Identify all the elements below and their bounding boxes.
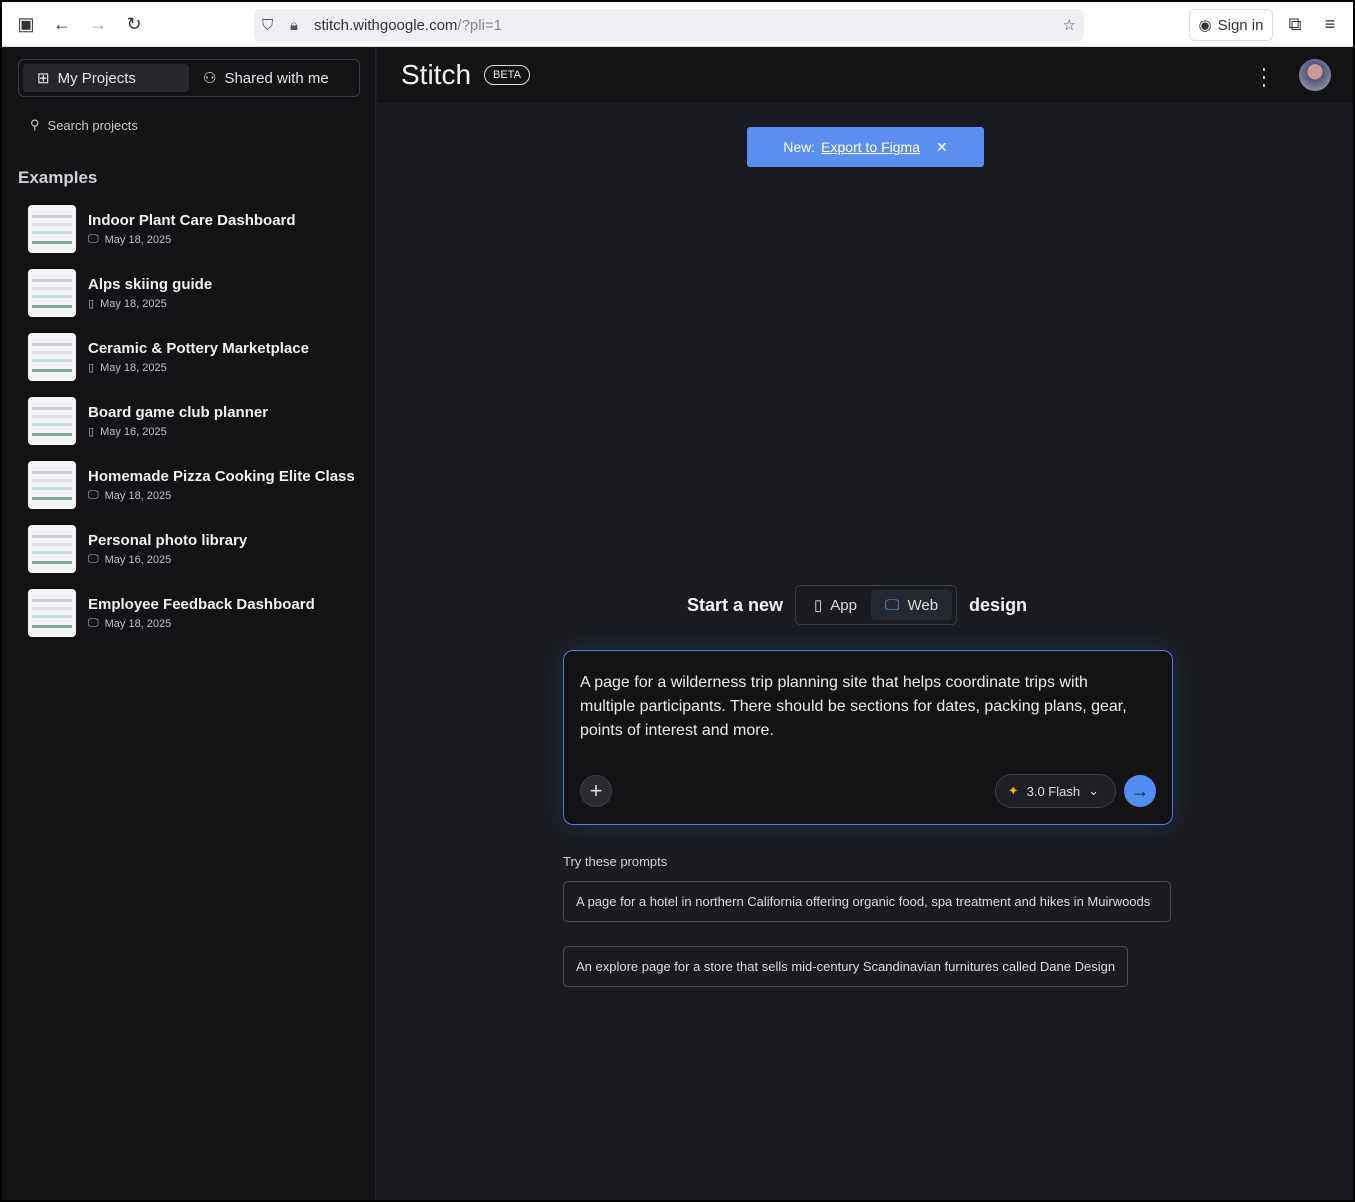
- desktop-icon: 🖵: [885, 596, 900, 614]
- account-icon: ◉: [1198, 17, 1212, 34]
- project-item[interactable]: Employee Feedback Dashboard 🖵 May 18, 2025: [28, 589, 355, 653]
- project-thumbnail: [28, 525, 76, 573]
- web-option[interactable]: 🖵 Web: [871, 590, 953, 620]
- project-item[interactable]: Board game club planner ▯ May 16, 2025: [28, 397, 355, 461]
- platform-toggle: ▯ App 🖵 Web: [795, 585, 958, 625]
- project-thumbnail: [28, 269, 76, 317]
- url-query: /?pli=1: [457, 16, 503, 34]
- project-thumbnail: [28, 333, 76, 381]
- examples-heading: Examples: [18, 168, 98, 187]
- app-label: App: [830, 596, 857, 614]
- desktop-icon: 🖵: [88, 233, 99, 245]
- project-thumbnail: [28, 461, 76, 509]
- send-button[interactable]: →: [1124, 775, 1156, 807]
- app-header: Stitch BETA · · ·: [377, 47, 1353, 103]
- close-icon[interactable]: ✕: [936, 139, 948, 156]
- project-date: May 18, 2025: [104, 233, 172, 246]
- project-item[interactable]: Alps skiing guide ▯ May 18, 2025: [28, 269, 355, 333]
- extensions-icon[interactable]: ⧉: [1285, 14, 1305, 34]
- start-label: Start a new: [687, 594, 784, 615]
- reload-icon[interactable]: ↻: [124, 14, 144, 34]
- try-prompts-heading: Try these prompts: [563, 854, 668, 869]
- phone-icon: ▯: [814, 597, 823, 614]
- suggested-prompt[interactable]: An explore page for a store that sells m…: [563, 946, 1129, 987]
- project-date: May 18, 2025: [100, 297, 167, 310]
- project-title: Personal photo library: [88, 532, 248, 549]
- project-title: Indoor Plant Care Dashboard: [88, 212, 296, 229]
- project-thumbnail: [28, 589, 76, 637]
- project-title: Board game club planner: [88, 404, 269, 421]
- sidebar: ⊞ My Projects ⚇ Shared with me ⚲ Search pro…: [2, 47, 376, 1200]
- people-icon: ⚇: [203, 70, 217, 87]
- add-attachment-button[interactable]: +: [580, 775, 612, 807]
- project-date: May 16, 2025: [104, 553, 172, 566]
- project-thumbnail: [28, 397, 76, 445]
- project-item[interactable]: Ceramic & Pottery Marketplace ▯ May 18, 20…: [28, 333, 355, 397]
- lock-icon: 🔒︎: [290, 16, 298, 34]
- design-label: design: [969, 594, 1028, 615]
- back-icon[interactable]: ←: [52, 14, 72, 34]
- sign-in-label: Sign in: [1217, 16, 1264, 34]
- suggested-prompt[interactable]: A page for a hotel in northern Californi…: [563, 881, 1171, 922]
- model-selector[interactable]: ✦ 3.0 Flash ⌄: [994, 774, 1116, 808]
- project-title: Homemade Pizza Cooking Elite Class: [88, 468, 355, 485]
- project-item[interactable]: Indoor Plant Care Dashboard 🖵 May 18, 2025: [28, 205, 355, 269]
- project-list: Indoor Plant Care Dashboard 🖵 May 18, 2025…: [28, 205, 355, 653]
- project-date: May 18, 2025: [104, 489, 172, 502]
- project-title: Employee Feedback Dashboard: [88, 596, 315, 613]
- shield-icon: ⛉: [262, 16, 274, 34]
- tab-label: Shared with me: [224, 69, 329, 87]
- app-logo[interactable]: Stitch: [401, 59, 471, 91]
- app-option[interactable]: ▯ App: [800, 590, 871, 620]
- web-label: Web: [907, 596, 939, 614]
- grid-icon: ⊞: [37, 70, 50, 87]
- model-label: 3.0 Flash: [1026, 783, 1081, 799]
- tab-label: My Projects: [57, 69, 136, 87]
- project-date: May 18, 2025: [104, 617, 172, 630]
- project-thumbnail: [28, 205, 76, 253]
- bookmark-star-icon[interactable]: ☆: [1063, 16, 1076, 34]
- chevron-down-icon: ⌄: [1088, 783, 1099, 798]
- avatar[interactable]: [1299, 59, 1331, 91]
- desktop-icon: 🖵: [88, 553, 99, 565]
- project-date: May 18, 2025: [100, 361, 167, 374]
- desktop-icon: 🖵: [88, 489, 99, 501]
- gemini-sparkle-icon: ✦: [1007, 783, 1019, 798]
- address-bar[interactable]: ⛉ 🔒︎ stitch.withgoogle.com/?pli=1 ☆: [254, 9, 1084, 41]
- tab-shared-with-me[interactable]: ⚇ Shared with me: [189, 64, 355, 92]
- search-input[interactable]: ⚲ Search projects: [30, 117, 138, 133]
- banner-prefix: New:: [783, 139, 816, 155]
- project-tabs: ⊞ My Projects ⚇ Shared with me: [18, 59, 360, 97]
- sidebar-toggle-icon[interactable]: ▣: [16, 14, 36, 34]
- url-host: stitch.withgoogle.com: [314, 16, 458, 34]
- app-window: ▣ ← → ↻ ⛉ 🔒︎ stitch.withgoogle.com/?pli=…: [2, 2, 1353, 1200]
- design-type-selector: Start a new ▯ App 🖵 Web design: [687, 585, 1027, 625]
- figma-export-banner: New: Export to Figma ✕: [747, 127, 984, 167]
- desktop-icon: 🖵: [88, 617, 99, 629]
- tab-my-projects[interactable]: ⊞ My Projects: [23, 64, 189, 92]
- phone-icon: ▯: [88, 362, 95, 374]
- arrow-right-icon: →: [1131, 781, 1149, 801]
- forward-icon[interactable]: →: [88, 14, 108, 34]
- project-title: Ceramic & Pottery Marketplace: [88, 340, 309, 357]
- project-item[interactable]: Homemade Pizza Cooking Elite Class 🖵 May 1…: [28, 461, 355, 525]
- browser-toolbar: ▣ ← → ↻ ⛉ 🔒︎ stitch.withgoogle.com/?pli=…: [2, 2, 1353, 47]
- search-placeholder: Search projects: [47, 117, 138, 133]
- phone-icon: ▯: [88, 298, 95, 310]
- main-area: Stitch BETA · · · New: Export to Figma ✕ Sta…: [377, 47, 1353, 1200]
- project-title: Alps skiing guide: [88, 276, 213, 293]
- export-to-figma-link[interactable]: Export to Figma: [821, 139, 920, 155]
- menu-icon[interactable]: ≡: [1320, 14, 1340, 34]
- phone-icon: ▯: [88, 426, 95, 438]
- project-item[interactable]: Personal photo library 🖵 May 16, 2025: [28, 525, 355, 589]
- sign-in-button[interactable]: ◉ Sign in: [1189, 9, 1273, 41]
- project-date: May 16, 2025: [100, 425, 167, 438]
- beta-badge: BETA: [484, 65, 530, 85]
- prompt-input[interactable]: A page for a wilderness trip planning si…: [580, 671, 1142, 743]
- search-icon: ⚲: [30, 117, 40, 132]
- more-options-icon[interactable]: · · ·: [1259, 59, 1269, 95]
- prompt-box: A page for a wilderness trip planning si…: [563, 650, 1173, 825]
